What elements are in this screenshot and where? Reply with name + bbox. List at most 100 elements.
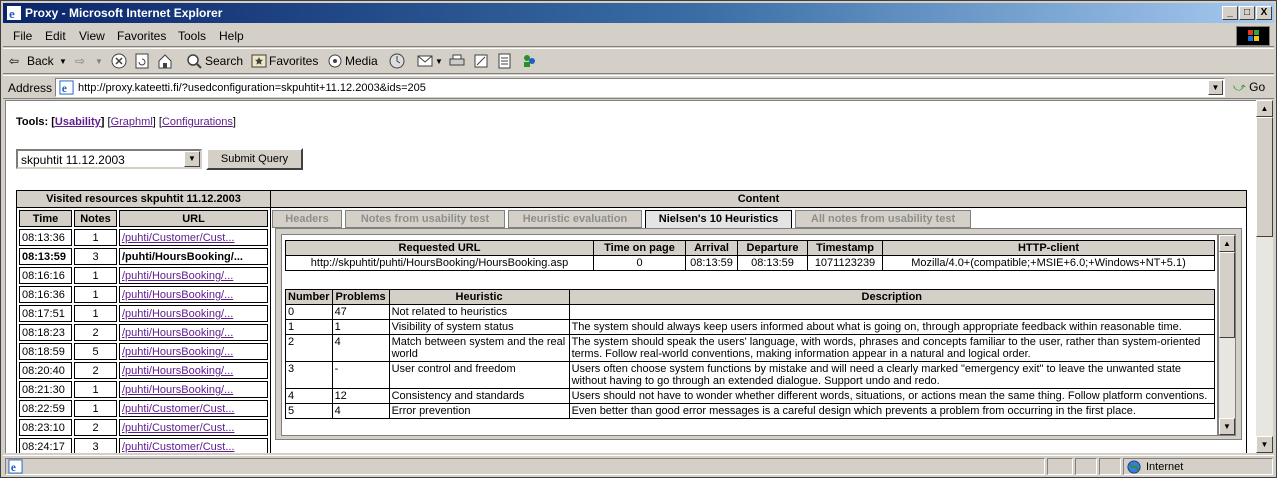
back-arrow-icon[interactable]: ⇦ (9, 54, 19, 68)
visit-notes: 2 (74, 419, 117, 436)
windows-logo-icon (1236, 26, 1270, 46)
menu-bar: File Edit View Favorites Tools Help (3, 25, 1274, 47)
print-icon[interactable] (449, 53, 465, 69)
address-url[interactable]: http://proxy.kateetti.fi/?usedconfigurat… (78, 82, 426, 94)
menu-tools[interactable]: Tools (178, 29, 206, 43)
back-button[interactable]: Back (27, 54, 54, 68)
visit-notes: 1 (74, 400, 117, 417)
visit-url-link[interactable]: /puhti/Customer/Cust... (122, 441, 235, 453)
visit-time: 08:16:16 (19, 267, 72, 284)
table-row: 5 4 Error prevention Even better than good … (285, 403, 1216, 419)
http-client-value: Mozilla/4.0+(compatible;+MSIE+6.0;+Windo… (882, 255, 1215, 271)
tools-link-graphml[interactable]: Graphml (111, 116, 153, 128)
visit-time: 08:22:59 (19, 400, 72, 417)
messenger-icon[interactable] (521, 53, 537, 69)
tab-notes-from-usability-test[interactable]: Notes from usability test (345, 210, 505, 228)
visit-url-link[interactable]: /puhti/Customer/Cust... (122, 403, 235, 415)
scroll-down-icon[interactable]: ▼ (1219, 418, 1235, 435)
discuss-icon[interactable] (497, 53, 513, 69)
address-input[interactable]: e http://proxy.kateetti.fi/?usedconfigur… (55, 78, 1225, 97)
configuration-select[interactable]: skpuhtit 11.12.2003 ▼ (16, 149, 202, 169)
mail-dropdown-icon[interactable]: ▼ (435, 57, 443, 66)
visit-url-link[interactable]: /puhti/HoursBooking/... (122, 327, 233, 339)
tab-headers[interactable]: Headers (272, 210, 342, 228)
table-row: 08:16:36 1/puhti/HoursBooking/... (19, 286, 268, 303)
page-scroll-down-icon[interactable]: ▼ (1256, 436, 1273, 453)
address-label: Address (8, 81, 53, 95)
col-timestamp: Timestamp (807, 240, 883, 256)
tab-heuristic-evaluation[interactable]: Heuristic evaluation (508, 210, 642, 228)
heuristic-number: 0 (285, 304, 333, 320)
home-icon[interactable] (157, 53, 173, 69)
refresh-icon[interactable] (134, 53, 150, 69)
chevron-down-icon[interactable]: ▼ (184, 151, 200, 167)
scroll-up-icon[interactable]: ▲ (1219, 235, 1235, 252)
search-icon[interactable] (186, 53, 202, 69)
col-arrival: Arrival (685, 240, 738, 256)
tools-nav: Tools: [Usability] [Graphml] [Configurat… (16, 116, 236, 128)
table-row: 08:18:23 2/puhti/HoursBooking/... (19, 324, 268, 341)
configuration-select-value: skpuhtit 11.12.2003 (21, 153, 125, 167)
menu-edit[interactable]: Edit (45, 29, 66, 43)
page-scrollbar[interactable]: ▲ ▼ (1256, 100, 1273, 453)
address-dropdown-icon[interactable]: ▼ (1208, 80, 1223, 95)
browser-window: e Proxy - Microsoft Internet Explorer _ … (0, 0, 1277, 478)
visit-url-link[interactable]: /puhti/HoursBooking/... (122, 365, 233, 377)
col-requested-url: Requested URL (285, 240, 594, 256)
visit-url-link[interactable]: /puhti/HoursBooking/... (122, 308, 233, 320)
inner-scrollbar[interactable]: ▲ ▼ (1218, 234, 1236, 436)
search-button[interactable]: Search (205, 54, 243, 68)
media-button[interactable]: Media (345, 54, 378, 68)
table-row: 08:18:59 5/puhti/HoursBooking/... (19, 343, 268, 360)
inner-scroll-thumb[interactable] (1219, 252, 1235, 338)
visit-url-link[interactable]: /puhti/HoursBooking/... (122, 289, 233, 301)
address-bar: Address e http://proxy.kateetti.fi/?used… (3, 75, 1274, 99)
page-scroll-up-icon[interactable]: ▲ (1256, 100, 1273, 117)
table-row: 08:22:59 1/puhti/Customer/Cust... (19, 400, 268, 417)
forward-button-icon[interactable]: ⇨ (75, 54, 85, 68)
submit-query-button[interactable]: Submit Query (206, 148, 303, 170)
visited-resources-panel: Visited resources skpuhtit 11.12.2003 Ti… (16, 190, 271, 453)
arrival-value: 08:13:59 (685, 255, 738, 271)
favorites-button[interactable]: Favorites (269, 54, 318, 68)
minimize-button[interactable]: _ (1222, 6, 1238, 20)
table-row: 4 12 Consistency and standards Users should… (285, 388, 1216, 404)
visit-url-link[interactable]: /puhti/HoursBooking/... (122, 346, 233, 358)
menu-help[interactable]: Help (219, 29, 244, 43)
visit-notes: 5 (74, 343, 117, 360)
menu-view[interactable]: View (79, 29, 105, 43)
visit-time: 08:18:23 (19, 324, 72, 341)
back-dropdown-icon[interactable]: ▼ (59, 57, 67, 66)
forward-dropdown-icon[interactable]: ▼ (95, 57, 103, 66)
visit-url-link[interactable]: /puhti/Customer/Cust... (122, 422, 235, 434)
page-scroll-thumb[interactable] (1256, 117, 1273, 237)
table-row: 08:16:16 1/puhti/HoursBooking/... (19, 267, 268, 284)
go-button[interactable]: ⤻ Go (1233, 80, 1265, 95)
visit-notes: 2 (74, 324, 117, 341)
tab-nielsens-10-heuristics[interactable]: Nielsen's 10 Heuristics (645, 210, 792, 229)
time-on-page-value: 0 (593, 255, 686, 271)
tab-all-notes-from-usability-test[interactable]: All notes from usability test (795, 210, 971, 228)
table-row: 08:24:17 3/puhti/Customer/Cust... (19, 438, 268, 453)
media-icon[interactable] (327, 53, 343, 69)
visit-url-link[interactable]: /puhti/HoursBooking/... (122, 384, 233, 396)
menu-file[interactable]: File (13, 29, 32, 43)
maximize-button[interactable]: □ (1239, 6, 1255, 20)
stop-icon[interactable] (111, 53, 127, 69)
visit-url-link[interactable]: /puhti/Customer/Cust... (122, 232, 235, 244)
history-icon[interactable] (389, 53, 405, 69)
globe-icon (1127, 460, 1141, 474)
col-time: Time (19, 210, 72, 227)
edit-icon[interactable] (473, 53, 489, 69)
favorites-icon[interactable] (251, 53, 267, 69)
mail-icon[interactable] (417, 53, 433, 69)
col-heuristic: Heuristic (388, 289, 570, 305)
heuristic-number: 1 (285, 319, 333, 335)
menu-favorites[interactable]: Favorites (117, 29, 166, 43)
tools-link-usability[interactable]: Usability (55, 116, 101, 128)
visit-time: 08:21:30 (19, 381, 72, 398)
visit-url-link[interactable]: /puhti/HoursBooking/... (122, 270, 233, 282)
close-button[interactable]: X (1256, 6, 1272, 20)
status-pane (1099, 458, 1121, 475)
tools-link-configurations[interactable]: Configurations (162, 116, 233, 128)
